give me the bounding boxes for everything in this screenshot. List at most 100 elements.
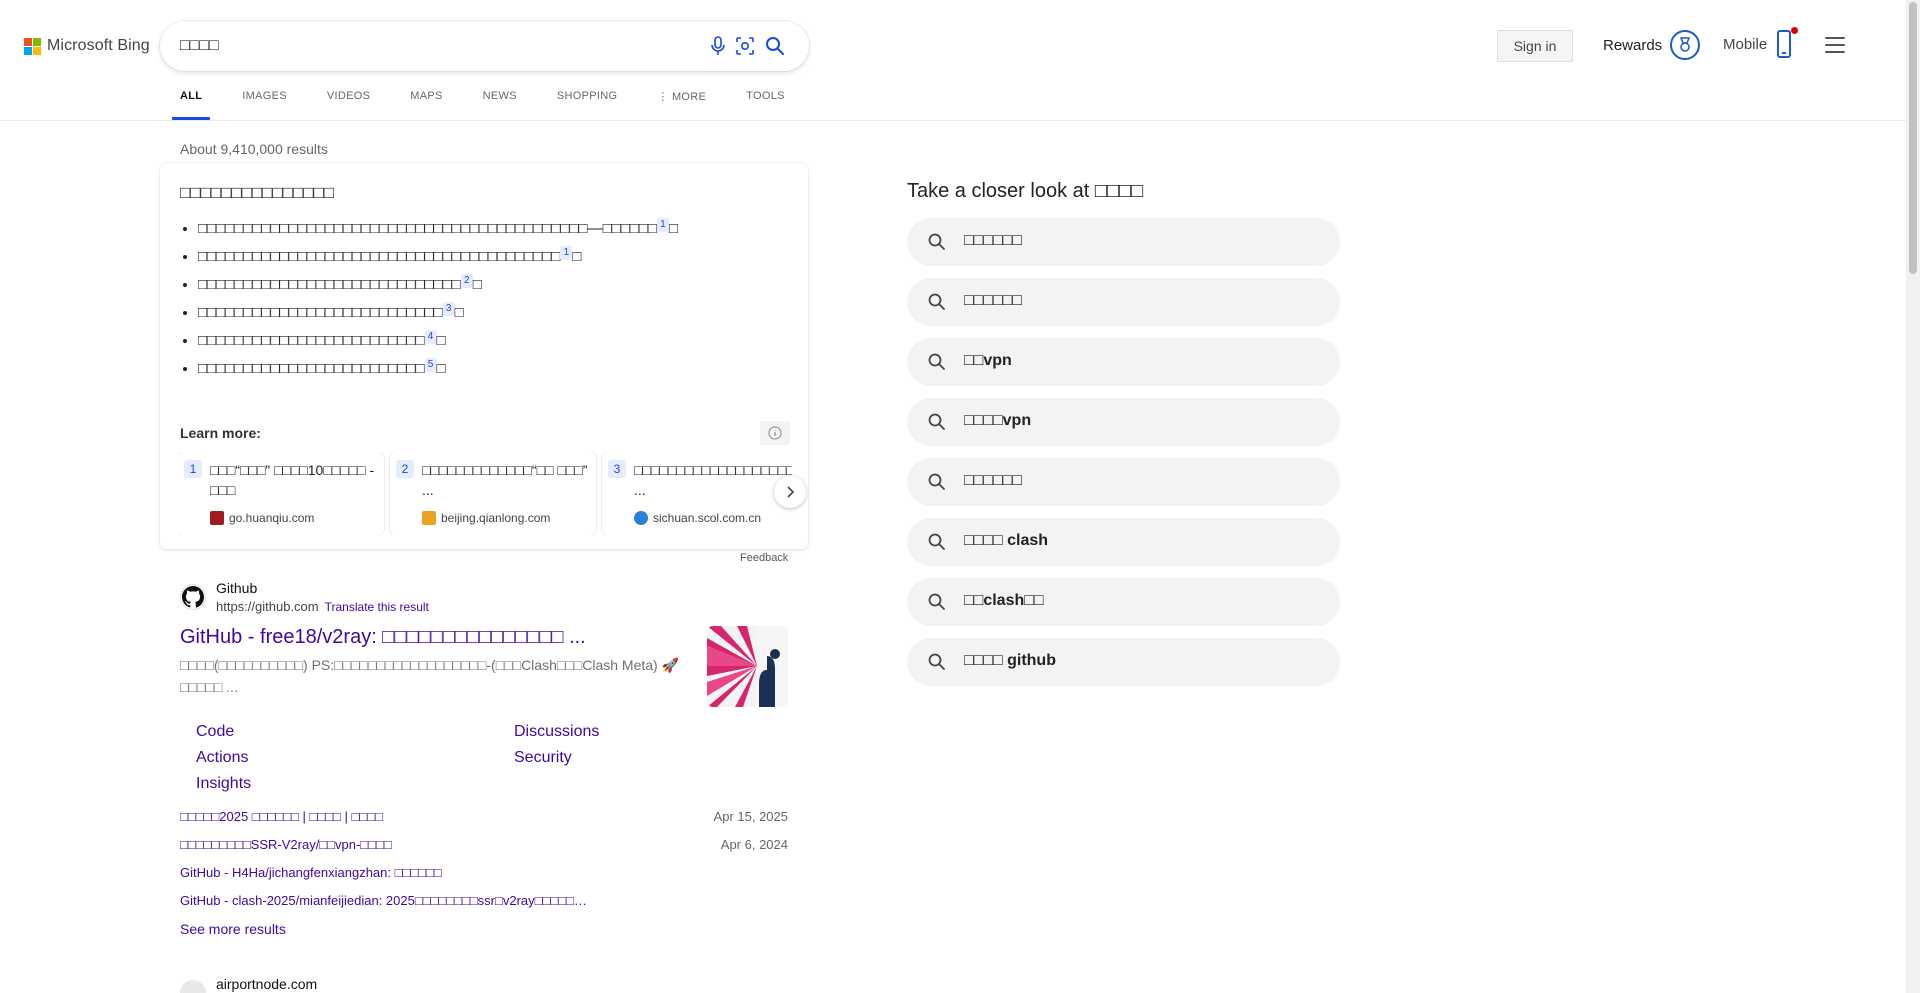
result-deeplinks: Code Discussions Actions Security Insigh… [196, 723, 756, 793]
tab-maps[interactable]: MAPS [410, 90, 442, 120]
deeplink-security[interactable]: Security [514, 749, 754, 767]
microphone-icon[interactable] [706, 34, 730, 58]
related-search-item[interactable]: □□□□□□ [907, 218, 1340, 266]
results-count: About 9,410,000 results [180, 141, 328, 157]
answer-title: □□□□□□□□□□□□□□□ [180, 183, 335, 202]
tab-more[interactable]: ⋮ MORE [657, 90, 706, 120]
rewards-button[interactable]: Rewards [1603, 30, 1701, 60]
answer-bullet: □□□□□□□□□□□□□□□□□□□□□□□□□□□□□2□ [198, 274, 790, 296]
related-search-text: □□clash□□ [964, 592, 1044, 609]
result-header: Github https://github.com Translate this … [180, 580, 788, 614]
answer-bullet: □□□□□□□□□□□□□□□□□□□□□□□□□5□ [198, 358, 790, 380]
related-search-text: □□□□ clash [964, 532, 1049, 549]
visual-search-icon[interactable] [733, 34, 757, 58]
sublink[interactable]: □□□□□□□□□SSR-V2ray/□□vpn-□□□□ [180, 837, 392, 852]
notification-dot [1791, 27, 1798, 34]
copilot-answer-card: □□□□□□□□□□□□□□□ □□□□□□□□□□□□□□□□□□□□□□□□… [160, 163, 808, 549]
source-card[interactable]: 2 □□□□□□□□□□□□□“□□ □□□” ... beijing.qian… [390, 452, 596, 535]
phone-icon [1777, 30, 1792, 58]
tab-shopping[interactable]: SHOPPING [557, 90, 617, 120]
menu-icon[interactable] [1825, 37, 1845, 53]
related-search-item[interactable]: □□□□□□ [907, 278, 1340, 326]
search-icon [928, 233, 945, 250]
card-source: sichuan.scol.com.cn [634, 511, 761, 525]
result-thumbnail[interactable] [707, 626, 788, 707]
deeplink-actions[interactable]: Actions [196, 749, 514, 767]
answer-bullet: □□□□□□□□□□□□□□□□□□□□□□□□□□□3□ [198, 302, 790, 324]
card-title: □□□“□□□” □□□□10□□□□□ - □□□ [210, 462, 375, 498]
citation-badge[interactable]: 1 [560, 246, 573, 260]
search-icon[interactable] [763, 34, 787, 58]
deeplink-code[interactable]: Code [196, 723, 514, 741]
scrollbar-thumb[interactable] [1909, 2, 1917, 274]
rewards-label: Rewards [1603, 36, 1663, 54]
sublink-row: □□□□□□□□□SSR-V2ray/□□vpn-□□□□ Apr 6, 2024 [180, 837, 788, 865]
related-search-item[interactable]: □□□□ clash [907, 518, 1340, 566]
related-search-text: □□□□□□ [964, 292, 1022, 309]
bing-logo[interactable]: Microsoft Bing [24, 37, 150, 55]
search-icon [928, 413, 945, 430]
sublink-row: See more results [180, 921, 788, 949]
related-search-item[interactable]: □□□□vpn [907, 398, 1340, 446]
sublink-date: Apr 6, 2024 [720, 837, 788, 852]
page-scrollbar[interactable] [1906, 0, 1920, 993]
card-title: □□□□□□□□□□□□□□□□□□□ ... [634, 462, 792, 498]
tab-tools[interactable]: TOOLS [746, 90, 785, 120]
sublink[interactable]: GitHub - clash-2025/mianfeijiedian: 2025… [180, 893, 587, 908]
related-search-text: □□vpn [964, 352, 1012, 369]
github-icon [180, 584, 206, 610]
citation-badge[interactable]: 3 [442, 302, 455, 316]
sublink-row: GitHub - H4Ha/jichangfenxiangzhan: □□□□□… [180, 865, 788, 893]
related-search-text: □□□□□□ [964, 232, 1022, 249]
tab-all[interactable]: ALL [171, 90, 211, 120]
search-icon [928, 353, 945, 370]
search-icon [928, 593, 945, 610]
answer-bullets: □□□□□□□□□□□□□□□□□□□□□□□□□□□□□□□□□□□□□□□□… [198, 218, 790, 386]
sublink-row: GitHub - clash-2025/mianfeijiedian: 2025… [180, 893, 788, 921]
tab-news[interactable]: NEWS [483, 90, 517, 120]
logo-text: Microsoft Bing [47, 37, 150, 54]
related-search-item[interactable]: □□vpn [907, 338, 1340, 386]
search-scope-tabs: ALL IMAGES VIDEOS MAPS NEWS SHOPPING ⋮ M… [171, 90, 825, 120]
carousel-next-button[interactable] [774, 476, 806, 508]
related-search-item[interactable]: □□□□ github [907, 638, 1340, 686]
tab-videos[interactable]: VIDEOS [327, 90, 370, 120]
sign-in-button[interactable]: Sign in [1497, 30, 1573, 62]
sublink[interactable]: □□□□□2025 □□□□□□ | □□□□ | □□□□ [180, 809, 383, 824]
chevron-right-icon [787, 486, 795, 498]
search-icon [928, 533, 945, 550]
mobile-button[interactable]: Mobile [1723, 30, 1792, 58]
deeplink-insights[interactable]: Insights [196, 775, 514, 793]
translate-link[interactable]: Translate this result [325, 600, 429, 614]
citation-badge[interactable]: 4 [424, 330, 437, 344]
info-icon[interactable] [760, 421, 790, 445]
source-cards: 1 □□□“□□□” □□□□10□□□□□ - □□□ go.huanqiu.… [178, 452, 792, 535]
card-number: 1 [184, 460, 202, 478]
result-title-link[interactable]: GitHub - free18/v2ray: □□□□□□□□□□□□□□□ .… [180, 626, 586, 649]
citation-badge[interactable]: 5 [424, 358, 437, 372]
citation-badge[interactable]: 2 [460, 274, 473, 288]
related-search-text: □□□□ github [964, 652, 1056, 669]
globe-icon [180, 980, 206, 993]
card-source: go.huanqiu.com [210, 511, 314, 525]
card-number: 3 [608, 460, 626, 478]
citation-badge[interactable]: 1 [656, 218, 669, 232]
search-icon [928, 473, 945, 490]
tab-images[interactable]: IMAGES [242, 90, 287, 120]
result-snippet: □□□□(□□□□□□□□□□) PS:□□□□□□□□□□□□□□□□□□-(… [180, 657, 680, 695]
microsoft-logo-icon [24, 37, 41, 55]
deeplink-discussions[interactable]: Discussions [514, 723, 754, 741]
search-result: Github https://github.com Translate this … [180, 580, 788, 937]
feedback-link[interactable]: Feedback [740, 552, 788, 564]
source-card[interactable]: 1 □□□“□□□” □□□□10□□□□□ - □□□ go.huanqiu.… [178, 452, 384, 535]
related-search-item[interactable]: □□□□□□ [907, 458, 1340, 506]
source-card[interactable]: 3 □□□□□□□□□□□□□□□□□□□ ... sichuan.scol.c… [602, 452, 792, 535]
see-more-results-link[interactable]: See more results [180, 921, 286, 937]
related-searches-title: Take a closer look at □□□□ [907, 180, 1144, 202]
related-search-text: □□□□vpn [964, 412, 1032, 429]
card-source: beijing.qianlong.com [422, 511, 550, 525]
sublink[interactable]: GitHub - H4Ha/jichangfenxiangzhan: □□□□□… [180, 865, 442, 880]
search-icon [928, 293, 945, 310]
related-search-item[interactable]: □□clash□□ [907, 578, 1340, 626]
search-input[interactable] [180, 35, 660, 57]
